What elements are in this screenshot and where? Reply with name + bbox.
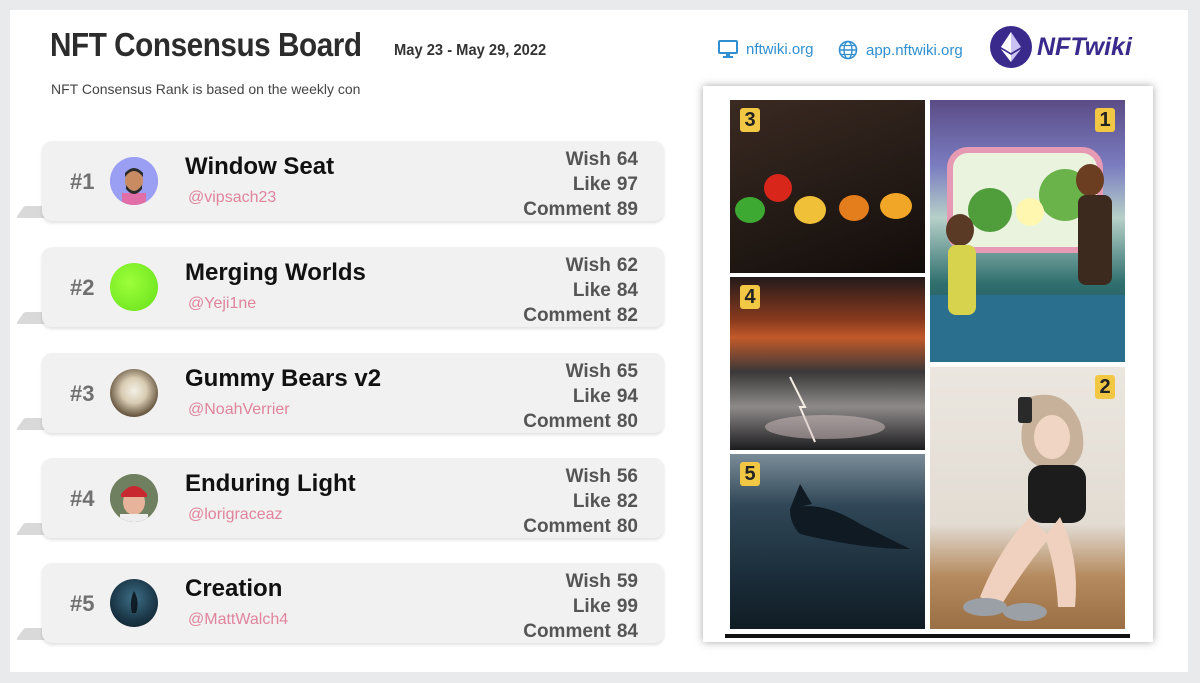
rank-badge: 2 [1095, 375, 1115, 399]
nft-title: Enduring Light [185, 470, 356, 497]
wish-label: Wish [565, 361, 611, 382]
nft-title: Window Seat [185, 153, 335, 180]
like-count: 99 [616, 596, 638, 617]
rank-card-3[interactable]: #3 Gummy Bears v2 @NoahVerrier Wish 65 Li… [42, 353, 664, 433]
comment-count: 80 [616, 516, 638, 537]
gallery-image-creation[interactable]: 5 [730, 454, 925, 629]
monitor-icon [718, 40, 738, 58]
wish-label: Wish [565, 466, 611, 487]
avatar [110, 263, 158, 311]
wish-count: 59 [616, 571, 638, 592]
rank-badge: 5 [740, 462, 760, 486]
gallery-image-window-seat[interactable]: 1 [930, 100, 1125, 362]
app-nftwiki-link[interactable]: app.nftwiki.org [838, 40, 963, 60]
avatar [110, 157, 158, 205]
avatar [110, 579, 158, 627]
comment-label: Comment [523, 621, 611, 642]
wish-count: 56 [616, 466, 638, 487]
gallery-image-merging-worlds[interactable]: 2 [930, 367, 1125, 629]
like-label: Like [572, 280, 611, 301]
gallery-image-enduring-light[interactable]: 4 [730, 277, 925, 450]
gallery-image-gummy-bears[interactable]: 3 [730, 100, 925, 273]
creator-handle[interactable]: @MattWalch4 [188, 611, 288, 629]
rank-card-1[interactable]: #1 Window Seat @vipsach23 Wish 64 Like 97 … [42, 141, 664, 221]
like-label: Like [572, 386, 611, 407]
creator-handle[interactable]: @NoahVerrier [188, 401, 290, 419]
avatar [110, 474, 158, 522]
like-label: Like [572, 491, 611, 512]
rank-number: #2 [70, 275, 95, 300]
comment-label: Comment [523, 516, 611, 537]
like-label: Like [572, 174, 611, 195]
rank-number: #4 [70, 486, 95, 511]
stats: Wish 62 Like 84 Comment 82 [523, 253, 638, 328]
creator-handle[interactable]: @lorigraceaz [188, 506, 283, 524]
rank-number: #1 [70, 169, 95, 194]
rank-badge: 3 [740, 108, 760, 132]
avatar [110, 369, 158, 417]
stats: Wish 64 Like 97 Comment 89 [523, 147, 638, 222]
globe-icon [838, 40, 858, 60]
like-count: 94 [616, 386, 638, 407]
comment-count: 89 [616, 199, 638, 220]
nft-title: Creation [185, 575, 283, 602]
wish-count: 65 [616, 361, 638, 382]
ethereum-icon [990, 26, 1032, 68]
nftwiki-logo[interactable]: NFTwiki [990, 26, 1132, 68]
comment-label: Comment [523, 305, 611, 326]
wish-count: 62 [616, 255, 638, 276]
creator-handle[interactable]: @vipsach23 [188, 189, 276, 207]
nftwiki-link[interactable]: nftwiki.org [718, 40, 814, 58]
wish-label: Wish [565, 149, 611, 170]
page-subtitle: NFT Consensus Rank is based on the weekl… [51, 81, 361, 97]
comment-count: 82 [616, 305, 638, 326]
nft-title: Merging Worlds [185, 259, 366, 286]
like-count: 97 [616, 174, 638, 195]
date-range: May 23 - May 29, 2022 [394, 42, 547, 59]
stats: Wish 59 Like 99 Comment 84 [523, 569, 638, 644]
app-nftwiki-link-label: app.nftwiki.org [866, 41, 963, 59]
nft-title: Gummy Bears v2 [185, 365, 382, 392]
like-label: Like [572, 596, 611, 617]
rank-card-4[interactable]: #4 Enduring Light @lorigraceaz Wish 56 Li… [42, 458, 664, 538]
rank-number: #5 [70, 591, 95, 616]
logo-text: NFTwiki [1037, 32, 1132, 61]
stats: Wish 56 Like 82 Comment 80 [523, 464, 638, 539]
wish-label: Wish [565, 571, 611, 592]
comment-count: 80 [616, 411, 638, 432]
page-title: NFT Consensus Board [50, 26, 362, 63]
like-count: 84 [616, 280, 638, 301]
comment-count: 84 [616, 621, 638, 642]
rank-badge: 4 [740, 285, 760, 309]
creator-handle[interactable]: @Yeji1ne [188, 295, 256, 313]
rank-card-5[interactable]: #5 Creation @MattWalch4 Wish 59 Like 99 Co… [42, 563, 664, 643]
comment-label: Comment [523, 199, 611, 220]
rank-badge: 1 [1095, 108, 1115, 132]
wish-label: Wish [565, 255, 611, 276]
rank-number: #3 [70, 381, 95, 406]
wish-count: 64 [616, 149, 638, 170]
nftwiki-link-label: nftwiki.org [746, 40, 814, 58]
like-count: 82 [616, 491, 638, 512]
stats: Wish 65 Like 94 Comment 80 [523, 359, 638, 434]
comment-label: Comment [523, 411, 611, 432]
nft-gallery: 3 1 4 5 2 [725, 96, 1130, 638]
rank-card-2[interactable]: #2 Merging Worlds @Yeji1ne Wish 62 Like 84… [42, 247, 664, 327]
